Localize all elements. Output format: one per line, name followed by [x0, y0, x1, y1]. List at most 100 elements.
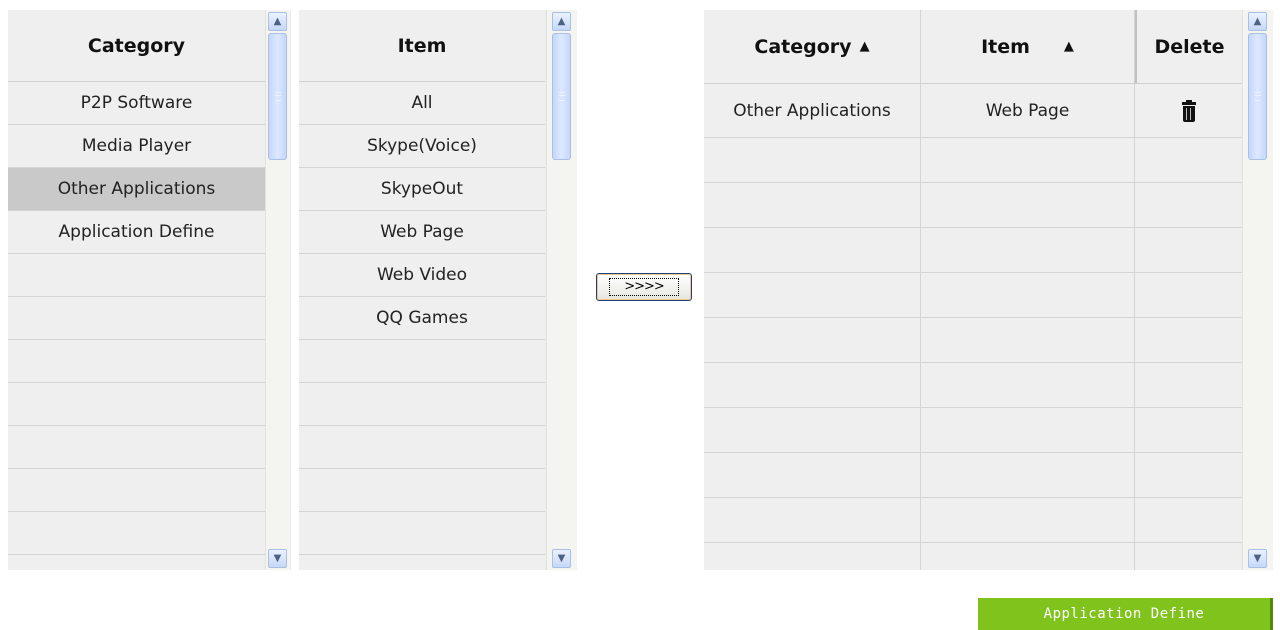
empty-cell — [704, 318, 921, 362]
item-list-item — [299, 512, 545, 555]
empty-cell — [921, 363, 1135, 407]
empty-cell — [1135, 408, 1242, 452]
scroll-up-arrow-icon[interactable]: ▲ — [1248, 12, 1267, 31]
scroll-down-arrow-icon[interactable]: ▼ — [1248, 549, 1267, 568]
category-list-item — [8, 512, 265, 555]
column-header-delete: Delete — [1135, 10, 1242, 83]
category-list-item[interactable]: Application Define — [8, 211, 265, 254]
selected-items-scrollbar[interactable]: ▲ ▼ — [1242, 10, 1273, 570]
column-header-item[interactable]: Item ▲ — [921, 10, 1135, 83]
empty-cell — [704, 183, 921, 227]
category-list-item — [8, 469, 265, 512]
empty-cell — [921, 228, 1135, 272]
category-list-item — [8, 297, 265, 340]
item-list-item[interactable]: Skype(Voice) — [299, 125, 545, 168]
sort-asc-icon: ▲ — [859, 39, 870, 54]
empty-cell — [921, 138, 1135, 182]
selected-items-panel: Category ▲ Item ▲ Delete Other Applicati… — [704, 10, 1273, 570]
table-row-empty — [704, 318, 1242, 363]
table-row-empty — [704, 138, 1242, 183]
row-category: Other Applications — [704, 84, 921, 137]
empty-cell — [921, 318, 1135, 362]
application-define-button[interactable]: Application Define — [978, 598, 1273, 630]
scrollbar-thumb[interactable] — [552, 33, 571, 160]
category-list: Category P2P Software Media Player Other A… — [8, 10, 265, 570]
item-list-item — [299, 383, 545, 426]
scroll-down-arrow-icon[interactable]: ▼ — [552, 549, 571, 568]
table-row-empty — [704, 363, 1242, 408]
empty-cell — [704, 138, 921, 182]
item-list-item — [299, 469, 545, 512]
add-to-selection-label: >>>> — [609, 278, 679, 296]
empty-cell — [704, 363, 921, 407]
table-row[interactable]: Other Applications Web Page — [704, 84, 1242, 138]
category-list-panel: Category P2P Software Media Player Other A… — [8, 10, 291, 570]
category-list-scrollbar[interactable]: ▲ ▼ — [265, 10, 290, 570]
column-header-item-label: Item — [981, 35, 1030, 58]
add-to-selection-button[interactable]: >>>> — [596, 273, 692, 301]
scroll-down-arrow-icon[interactable]: ▼ — [268, 549, 287, 568]
item-list-item[interactable]: Web Page — [299, 211, 545, 254]
selected-items-table: Category ▲ Item ▲ Delete Other Applicati… — [704, 10, 1242, 570]
empty-cell — [704, 453, 921, 497]
category-list-item — [8, 383, 265, 426]
category-list-item[interactable]: P2P Software — [8, 82, 265, 125]
empty-cell — [704, 408, 921, 452]
item-list-panel: Item All Skype(Voice) SkypeOut Web Page Web … — [299, 10, 577, 570]
item-list-item — [299, 426, 545, 469]
empty-cell — [1135, 318, 1242, 362]
sort-asc-icon: ▲ — [1063, 39, 1074, 54]
scrollbar-thumb[interactable] — [1248, 33, 1267, 160]
empty-cell — [1135, 183, 1242, 227]
empty-cell — [1135, 273, 1242, 317]
item-list-item[interactable]: All — [299, 82, 545, 125]
category-list-item[interactable]: Other Applications — [8, 168, 265, 211]
empty-cell — [921, 408, 1135, 452]
empty-cell — [1135, 453, 1242, 497]
empty-cell — [921, 453, 1135, 497]
column-header-category[interactable]: Category ▲ — [704, 10, 921, 83]
empty-cell — [921, 183, 1135, 227]
empty-cell — [704, 543, 921, 570]
scroll-up-arrow-icon[interactable]: ▲ — [552, 12, 571, 31]
empty-cell — [1135, 498, 1242, 542]
table-header: Category ▲ Item ▲ Delete — [704, 10, 1242, 84]
item-list-header: Item — [299, 10, 545, 82]
row-item: Web Page — [921, 84, 1135, 137]
table-row-empty — [704, 183, 1242, 228]
item-list-item — [299, 340, 545, 383]
empty-cell — [921, 543, 1135, 570]
category-list-item — [8, 254, 265, 297]
item-list-item[interactable]: Web Video — [299, 254, 545, 297]
table-row-empty — [704, 498, 1242, 543]
empty-cell — [704, 273, 921, 317]
empty-cell — [921, 498, 1135, 542]
empty-cell — [1135, 543, 1242, 570]
column-header-category-label: Category — [754, 35, 852, 58]
delete-cell — [1135, 84, 1242, 137]
category-list-item[interactable]: Media Player — [8, 125, 265, 168]
item-list: Item All Skype(Voice) SkypeOut Web Page Web … — [299, 10, 545, 570]
empty-cell — [704, 498, 921, 542]
scrollbar-thumb[interactable] — [268, 33, 287, 160]
empty-cell — [1135, 228, 1242, 272]
empty-cell — [1135, 138, 1242, 182]
empty-cell — [921, 273, 1135, 317]
trash-icon[interactable] — [1181, 99, 1196, 122]
empty-cell — [1135, 363, 1242, 407]
table-row-empty — [704, 453, 1242, 498]
table-row-empty — [704, 273, 1242, 318]
item-list-item[interactable]: SkypeOut — [299, 168, 545, 211]
scroll-up-arrow-icon[interactable]: ▲ — [268, 12, 287, 31]
item-list-scrollbar[interactable]: ▲ ▼ — [546, 10, 577, 570]
table-row-empty — [704, 408, 1242, 453]
item-list-item — [299, 555, 545, 570]
table-row-empty — [704, 543, 1242, 570]
empty-cell — [704, 228, 921, 272]
category-list-item — [8, 340, 265, 383]
item-list-item[interactable]: QQ Games — [299, 297, 545, 340]
category-list-header: Category — [8, 10, 265, 82]
column-header-delete-label: Delete — [1154, 35, 1225, 58]
category-list-item — [8, 555, 265, 570]
table-row-empty — [704, 228, 1242, 273]
